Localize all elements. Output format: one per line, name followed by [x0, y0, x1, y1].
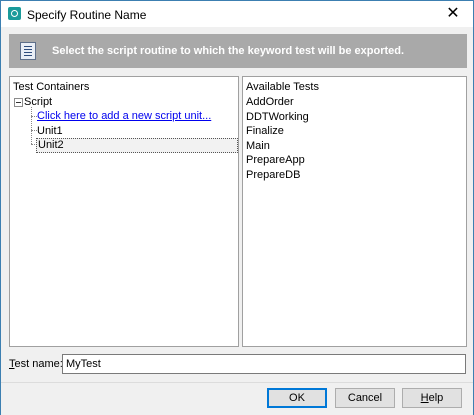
cancel-button[interactable]: Cancel — [335, 388, 395, 408]
available-tests-panel[interactable]: Available Tests AddOrder DDTWorking Fina… — [242, 76, 467, 347]
dialog-window: Specify Routine Name ✕ Select the script… — [0, 0, 474, 415]
list-item[interactable]: DDTWorking — [246, 111, 309, 123]
test-name-input[interactable] — [62, 354, 466, 374]
title-bar[interactable]: Specify Routine Name ✕ — [1, 1, 473, 27]
list-item[interactable]: AddOrder — [246, 96, 294, 108]
list-item[interactable]: PrepareDB — [246, 169, 300, 181]
help-label-rest: elp — [428, 392, 444, 404]
list-item[interactable]: Main — [246, 140, 270, 152]
tree-node-unit1[interactable]: Unit1 — [36, 125, 64, 137]
script-document-icon — [20, 42, 36, 60]
test-name-label-rest: est name: — [14, 358, 63, 370]
close-icon[interactable]: ✕ — [433, 1, 473, 27]
app-icon — [8, 7, 21, 20]
ok-button[interactable]: OK — [267, 388, 327, 408]
instruction-banner: Select the script routine to which the k… — [9, 34, 467, 68]
help-accelerator: H — [420, 392, 429, 404]
collapse-icon[interactable] — [14, 98, 23, 107]
list-item[interactable]: PrepareApp — [246, 154, 305, 166]
tree-node-script[interactable]: Script — [24, 96, 52, 108]
available-tests-header: Available Tests — [246, 81, 319, 93]
test-containers-header: Test Containers — [13, 81, 90, 93]
tree-line — [31, 107, 32, 144]
test-name-label: Test name: — [9, 358, 63, 370]
list-item[interactable]: Finalize — [246, 125, 284, 137]
banner-text: Select the script routine to which the k… — [52, 45, 405, 57]
test-containers-panel[interactable]: Test Containers Script Click here to add… — [9, 76, 239, 347]
window-title: Specify Routine Name — [27, 8, 147, 22]
add-script-unit-link[interactable]: Click here to add a new script unit... — [36, 110, 212, 122]
tree-node-unit2[interactable]: Unit2 — [36, 138, 238, 153]
help-button[interactable]: Help — [402, 388, 462, 408]
